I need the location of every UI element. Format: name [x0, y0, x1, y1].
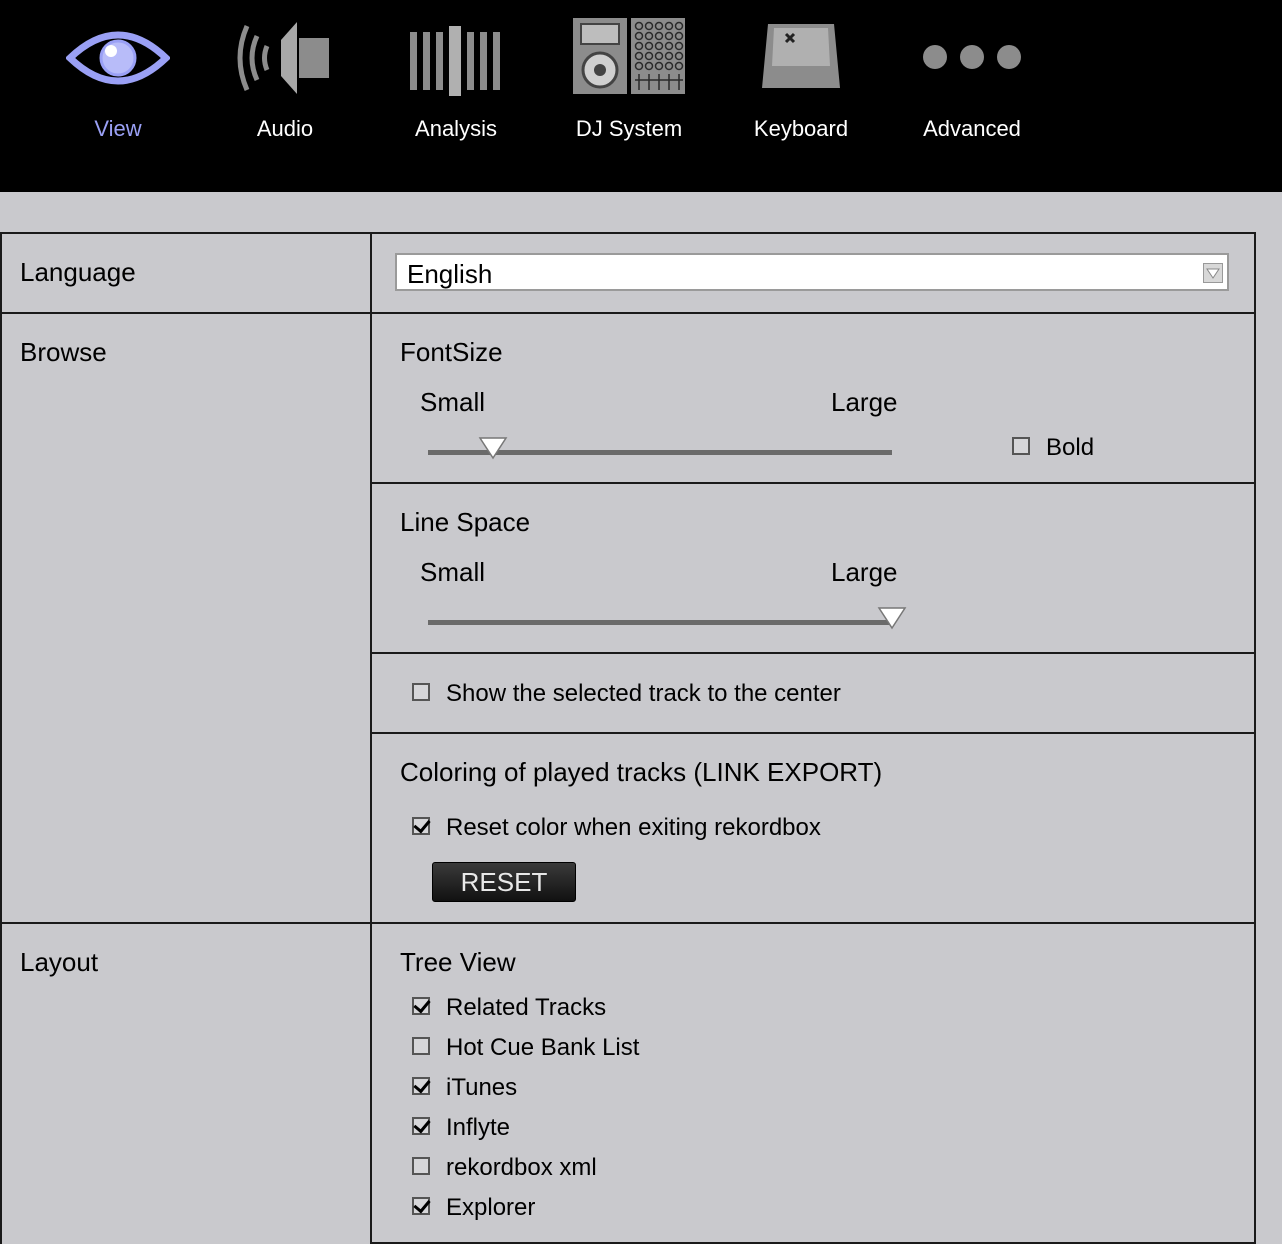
show-center-label: Show the selected track to the center	[446, 680, 841, 707]
reset-color-exit-label: Reset color when exiting rekordbox	[446, 814, 821, 841]
tab-label: Advanced	[923, 116, 1021, 141]
layout-label: Layout	[20, 947, 99, 977]
reset-button[interactable]: RESET	[432, 862, 576, 902]
speaker-icon	[237, 22, 329, 94]
row-divider	[0, 922, 1256, 924]
dropdown-arrow-icon[interactable]	[1203, 263, 1223, 283]
dj-player-mixer-icon	[573, 18, 685, 94]
linespace-slider-track[interactable]	[428, 620, 892, 625]
grid-right-border	[1254, 232, 1256, 1244]
tab-label: Analysis	[415, 116, 497, 141]
linespace-slider-thumb[interactable]	[877, 606, 907, 630]
tab-advanced[interactable]: Advanced	[912, 0, 1032, 160]
tree-view-title: Tree View	[400, 947, 516, 977]
tab-dj-system[interactable]: DJ System	[563, 0, 695, 160]
waveform-bars-icon	[410, 26, 500, 96]
tree-item-inflyte-label: Inflyte	[446, 1114, 511, 1141]
fontsize-min-label: Small	[420, 387, 486, 417]
tab-label: Audio	[256, 116, 314, 141]
fontsize-max-label: Large	[831, 387, 898, 417]
tab-label: View	[94, 116, 142, 141]
browse-label: Browse	[20, 337, 107, 367]
subrow-divider	[370, 732, 1256, 734]
preferences-toolbar: View Audio Analysis DJ System Keyboard A…	[0, 0, 1282, 192]
language-select[interactable]: English	[395, 253, 1229, 291]
subrow-divider	[370, 482, 1256, 484]
eye-icon	[66, 31, 170, 85]
tree-item-hot-cue-bank-list-label: Hot Cue Bank List	[446, 1034, 640, 1061]
linespace-max-label: Large	[831, 557, 898, 587]
language-value: English	[407, 259, 493, 289]
tree-item-related-tracks-label: Related Tracks	[446, 994, 607, 1021]
row-divider	[0, 312, 1256, 314]
subrow-divider	[370, 652, 1256, 654]
bold-label: Bold	[1046, 434, 1095, 461]
tab-label: Keyboard	[753, 116, 849, 141]
bold-checkbox[interactable]	[1012, 437, 1030, 455]
grid-mid-border	[370, 232, 372, 1244]
tree-item-explorer-checkbox[interactable]	[412, 1197, 430, 1215]
tree-item-itunes-label: iTunes	[446, 1074, 518, 1101]
linespace-title: Line Space	[400, 507, 531, 537]
fontsize-slider-thumb[interactable]	[478, 436, 508, 460]
language-label: Language	[20, 257, 136, 287]
linespace-min-label: Small	[420, 557, 486, 587]
tab-view[interactable]: View	[58, 0, 178, 160]
reset-color-exit-checkbox[interactable]	[412, 817, 430, 835]
tree-item-related-tracks-checkbox[interactable]	[412, 997, 430, 1015]
tab-keyboard[interactable]: Keyboard	[741, 0, 861, 160]
tree-item-hot-cue-bank-list-checkbox[interactable]	[412, 1037, 430, 1055]
tree-item-rekordbox-xml-checkbox[interactable]	[412, 1157, 430, 1175]
tree-item-itunes-checkbox[interactable]	[412, 1077, 430, 1095]
fontsize-title: FontSize	[400, 337, 503, 367]
tree-item-rekordbox-xml-label: rekordbox xml	[446, 1154, 597, 1181]
more-dots-icon	[923, 45, 1021, 69]
grid-top-border	[0, 232, 1256, 234]
tab-analysis[interactable]: Analysis	[396, 0, 516, 160]
grid-left-border	[0, 232, 2, 1244]
show-center-checkbox[interactable]	[412, 683, 430, 701]
keyboard-key-icon	[762, 24, 840, 88]
tab-label: DJ System	[575, 116, 683, 141]
coloring-title: Coloring of played tracks (LINK EXPORT)	[400, 757, 883, 787]
tree-item-inflyte-checkbox[interactable]	[412, 1117, 430, 1135]
tree-item-explorer-label: Explorer	[446, 1194, 536, 1221]
tab-audio[interactable]: Audio	[225, 0, 345, 160]
